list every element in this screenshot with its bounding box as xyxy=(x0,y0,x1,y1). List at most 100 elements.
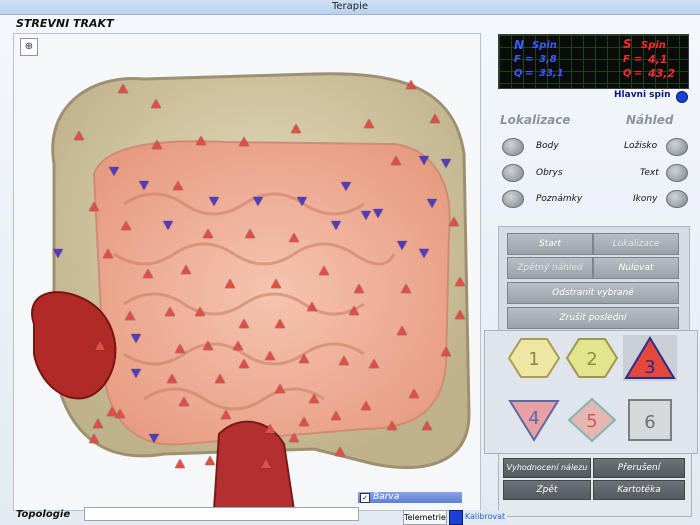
marker-point[interactable] xyxy=(245,229,255,238)
marker-point[interactable] xyxy=(361,211,371,220)
toggle-lozisko[interactable] xyxy=(666,138,688,156)
marker-point[interactable] xyxy=(103,249,113,258)
marker-point[interactable] xyxy=(253,197,263,206)
toggle-obrys[interactable] xyxy=(502,164,524,182)
shape-6-button[interactable]: 6 xyxy=(623,397,677,443)
marker-point[interactable] xyxy=(175,344,185,353)
marker-point[interactable] xyxy=(115,409,125,418)
marker-point[interactable] xyxy=(265,351,275,360)
marker-point[interactable] xyxy=(289,433,299,442)
marker-point[interactable] xyxy=(339,356,349,365)
marker-point[interactable] xyxy=(291,124,301,133)
marker-point[interactable] xyxy=(151,99,161,108)
barva-checkbox[interactable]: ✓ Barva xyxy=(358,492,462,503)
marker-point[interactable] xyxy=(441,159,451,168)
zpet-button[interactable]: Zpět xyxy=(503,480,591,500)
zoom-in-icon[interactable]: ⊕ xyxy=(20,38,38,56)
marker-point[interactable] xyxy=(331,221,341,230)
marker-point[interactable] xyxy=(179,397,189,406)
marker-point[interactable] xyxy=(143,269,153,278)
marker-point[interactable] xyxy=(175,459,185,468)
marker-point[interactable] xyxy=(419,156,429,165)
marker-point[interactable] xyxy=(275,319,285,328)
marker-point[interactable] xyxy=(430,114,440,123)
marker-point[interactable] xyxy=(233,341,243,350)
marker-point[interactable] xyxy=(205,456,215,465)
marker-point[interactable] xyxy=(225,279,235,288)
marker-point[interactable] xyxy=(239,359,249,368)
marker-point[interactable] xyxy=(373,209,383,218)
marker-point[interactable] xyxy=(354,284,364,293)
marker-point[interactable] xyxy=(335,447,345,456)
preruseni-button[interactable]: Přerušení xyxy=(593,458,685,478)
marker-point[interactable] xyxy=(265,424,275,433)
kartoteka-button[interactable]: Kartotéka xyxy=(593,480,685,500)
marker-point[interactable] xyxy=(131,369,141,378)
marker-point[interactable] xyxy=(203,229,213,238)
hlavni-spin-indicator[interactable] xyxy=(676,91,688,103)
marker-point[interactable] xyxy=(387,421,397,430)
marker-point[interactable] xyxy=(239,137,249,146)
marker-point[interactable] xyxy=(397,241,407,250)
marker-point[interactable] xyxy=(406,80,416,89)
marker-point[interactable] xyxy=(149,434,159,443)
marker-point[interactable] xyxy=(409,389,419,398)
marker-point[interactable] xyxy=(118,84,128,93)
marker-point[interactable] xyxy=(401,284,411,293)
marker-point[interactable] xyxy=(261,459,271,468)
shape-3-button[interactable]: 3 xyxy=(623,335,677,381)
intestine-illustration[interactable] xyxy=(14,34,480,510)
marker-point[interactable] xyxy=(152,140,162,149)
marker-point[interactable] xyxy=(364,119,374,128)
marker-point[interactable] xyxy=(173,181,183,190)
marker-point[interactable] xyxy=(167,374,177,383)
marker-point[interactable] xyxy=(125,311,135,320)
marker-point[interactable] xyxy=(449,217,459,226)
marker-point[interactable] xyxy=(215,374,225,383)
marker-point[interactable] xyxy=(195,307,205,316)
marker-point[interactable] xyxy=(289,233,299,242)
marker-point[interactable] xyxy=(397,326,407,335)
toggle-ikony[interactable] xyxy=(666,190,688,208)
organ-image-panel[interactable]: ⊕ xyxy=(13,33,481,511)
marker-point[interactable] xyxy=(165,307,175,316)
toggle-text[interactable] xyxy=(666,164,688,182)
marker-point[interactable] xyxy=(455,310,465,319)
shape-2-button[interactable]: 2 xyxy=(565,335,619,381)
marker-point[interactable] xyxy=(275,384,285,393)
marker-point[interactable] xyxy=(95,341,105,350)
marker-point[interactable] xyxy=(441,347,451,356)
marker-point[interactable] xyxy=(297,197,307,206)
shape-1-button[interactable]: 1 xyxy=(507,335,561,381)
marker-point[interactable] xyxy=(341,182,351,191)
marker-point[interactable] xyxy=(89,202,99,211)
topologie-input[interactable] xyxy=(84,507,359,521)
kalibrovat-tab[interactable]: Kalibrovat xyxy=(463,510,507,523)
marker-point[interactable] xyxy=(307,302,317,311)
marker-point[interactable] xyxy=(221,410,231,419)
zpetny-nahled-button[interactable]: Zpětný náhled xyxy=(507,257,593,279)
marker-point[interactable] xyxy=(427,199,437,208)
marker-point[interactable] xyxy=(139,181,149,190)
shape-5-button[interactable]: 5 xyxy=(565,397,619,443)
marker-point[interactable] xyxy=(131,334,141,343)
marker-point[interactable] xyxy=(299,417,309,426)
marker-point[interactable] xyxy=(391,156,401,165)
marker-point[interactable] xyxy=(89,434,99,443)
marker-point[interactable] xyxy=(196,136,206,145)
marker-point[interactable] xyxy=(369,359,379,368)
telemetrie-tab[interactable]: Telemetrie xyxy=(403,510,447,525)
nulovat-button[interactable]: Nulovat xyxy=(593,257,679,279)
marker-point[interactable] xyxy=(203,341,213,350)
zrusit-posledni-button[interactable]: Zrušit poslední xyxy=(507,307,679,329)
marker-point[interactable] xyxy=(53,249,63,258)
marker-point[interactable] xyxy=(309,394,319,403)
marker-point[interactable] xyxy=(74,131,84,140)
marker-point[interactable] xyxy=(419,249,429,258)
lokalizace-button[interactable]: Lokalizace xyxy=(593,233,679,255)
marker-point[interactable] xyxy=(319,266,329,275)
marker-point[interactable] xyxy=(239,319,249,328)
marker-point[interactable] xyxy=(331,411,341,420)
vyhodnoceni-button[interactable]: Vyhodnocení nálezu xyxy=(503,458,591,478)
marker-point[interactable] xyxy=(422,421,432,430)
